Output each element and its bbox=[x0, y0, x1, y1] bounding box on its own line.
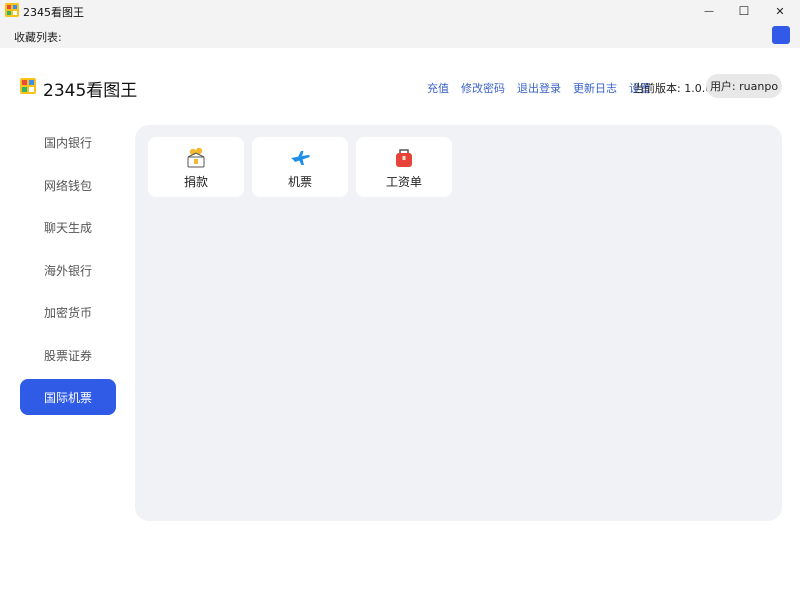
minimize-icon: — bbox=[704, 5, 714, 17]
sidebar-item-online-wallet[interactable]: 网络钱包 bbox=[20, 167, 116, 203]
header-links: 充值 修改密码 退出登录 更新日志 设置 bbox=[427, 80, 651, 96]
payroll-label: 工资单 bbox=[385, 175, 422, 189]
changelog-link[interactable]: 更新日志 bbox=[573, 80, 617, 96]
airplane-icon bbox=[291, 151, 310, 165]
sidebar-item-stocks[interactable]: 股票证券 bbox=[20, 337, 116, 373]
main-panel: 捐款 机票 工资单 bbox=[135, 125, 782, 521]
version-label: 当前版本: 1.0.0 bbox=[633, 82, 713, 95]
app-logo-icon bbox=[5, 3, 19, 17]
donation-card[interactable]: 捐款 bbox=[148, 137, 244, 197]
sidebar-item-chat-generator[interactable]: 聊天生成 bbox=[20, 209, 116, 245]
sidebar-item-label: 海外银行 bbox=[43, 263, 92, 278]
favorites-color-button[interactable] bbox=[772, 26, 790, 44]
payroll-bag-icon bbox=[396, 149, 412, 167]
favorites-label: 收藏列表: bbox=[14, 31, 62, 44]
sidebar-item-overseas-banks[interactable]: 海外银行 bbox=[20, 252, 116, 288]
app-logo-icon bbox=[20, 78, 36, 94]
minimize-button[interactable]: — bbox=[692, 0, 726, 22]
flight-ticket-card[interactable]: 机票 bbox=[252, 137, 348, 197]
maximize-button[interactable]: ☐ bbox=[727, 0, 761, 22]
app-name: 2345看图王 bbox=[43, 81, 138, 101]
user-badge[interactable]: 用户: ruanpo bbox=[706, 74, 782, 98]
close-button[interactable]: ✕ bbox=[763, 0, 797, 22]
flight-ticket-label: 机票 bbox=[287, 175, 312, 189]
sidebar-item-domestic-banks[interactable]: 国内银行 bbox=[20, 124, 116, 160]
sidebar-item-label: 聊天生成 bbox=[43, 220, 92, 235]
logout-link[interactable]: 退出登录 bbox=[517, 80, 561, 96]
user-label: 用户: ruanpo bbox=[709, 80, 779, 93]
sidebar-item-label: 股票证券 bbox=[43, 348, 92, 363]
title-bar: 2345看图王 — ☐ ✕ bbox=[0, 0, 800, 22]
change-password-link[interactable]: 修改密码 bbox=[461, 80, 505, 96]
donation-label: 捐款 bbox=[183, 175, 208, 189]
sidebar-item-label: 网络钱包 bbox=[43, 178, 92, 193]
payroll-card[interactable]: 工资单 bbox=[356, 137, 452, 197]
recharge-link[interactable]: 充值 bbox=[427, 80, 449, 96]
sidebar-item-label: 加密货币 bbox=[43, 305, 92, 320]
sidebar-item-intl-flights[interactable]: 国际机票 bbox=[20, 379, 116, 415]
maximize-icon: ☐ bbox=[738, 4, 750, 18]
sidebar-item-label: 国际机票 bbox=[43, 390, 92, 405]
favorites-bar: 收藏列表: bbox=[0, 22, 800, 48]
donation-box-icon bbox=[187, 147, 205, 168]
window-title: 2345看图王 bbox=[23, 6, 84, 19]
sidebar-item-crypto[interactable]: 加密货币 bbox=[20, 294, 116, 330]
sidebar-item-label: 国内银行 bbox=[43, 135, 92, 150]
close-icon: ✕ bbox=[775, 4, 785, 18]
